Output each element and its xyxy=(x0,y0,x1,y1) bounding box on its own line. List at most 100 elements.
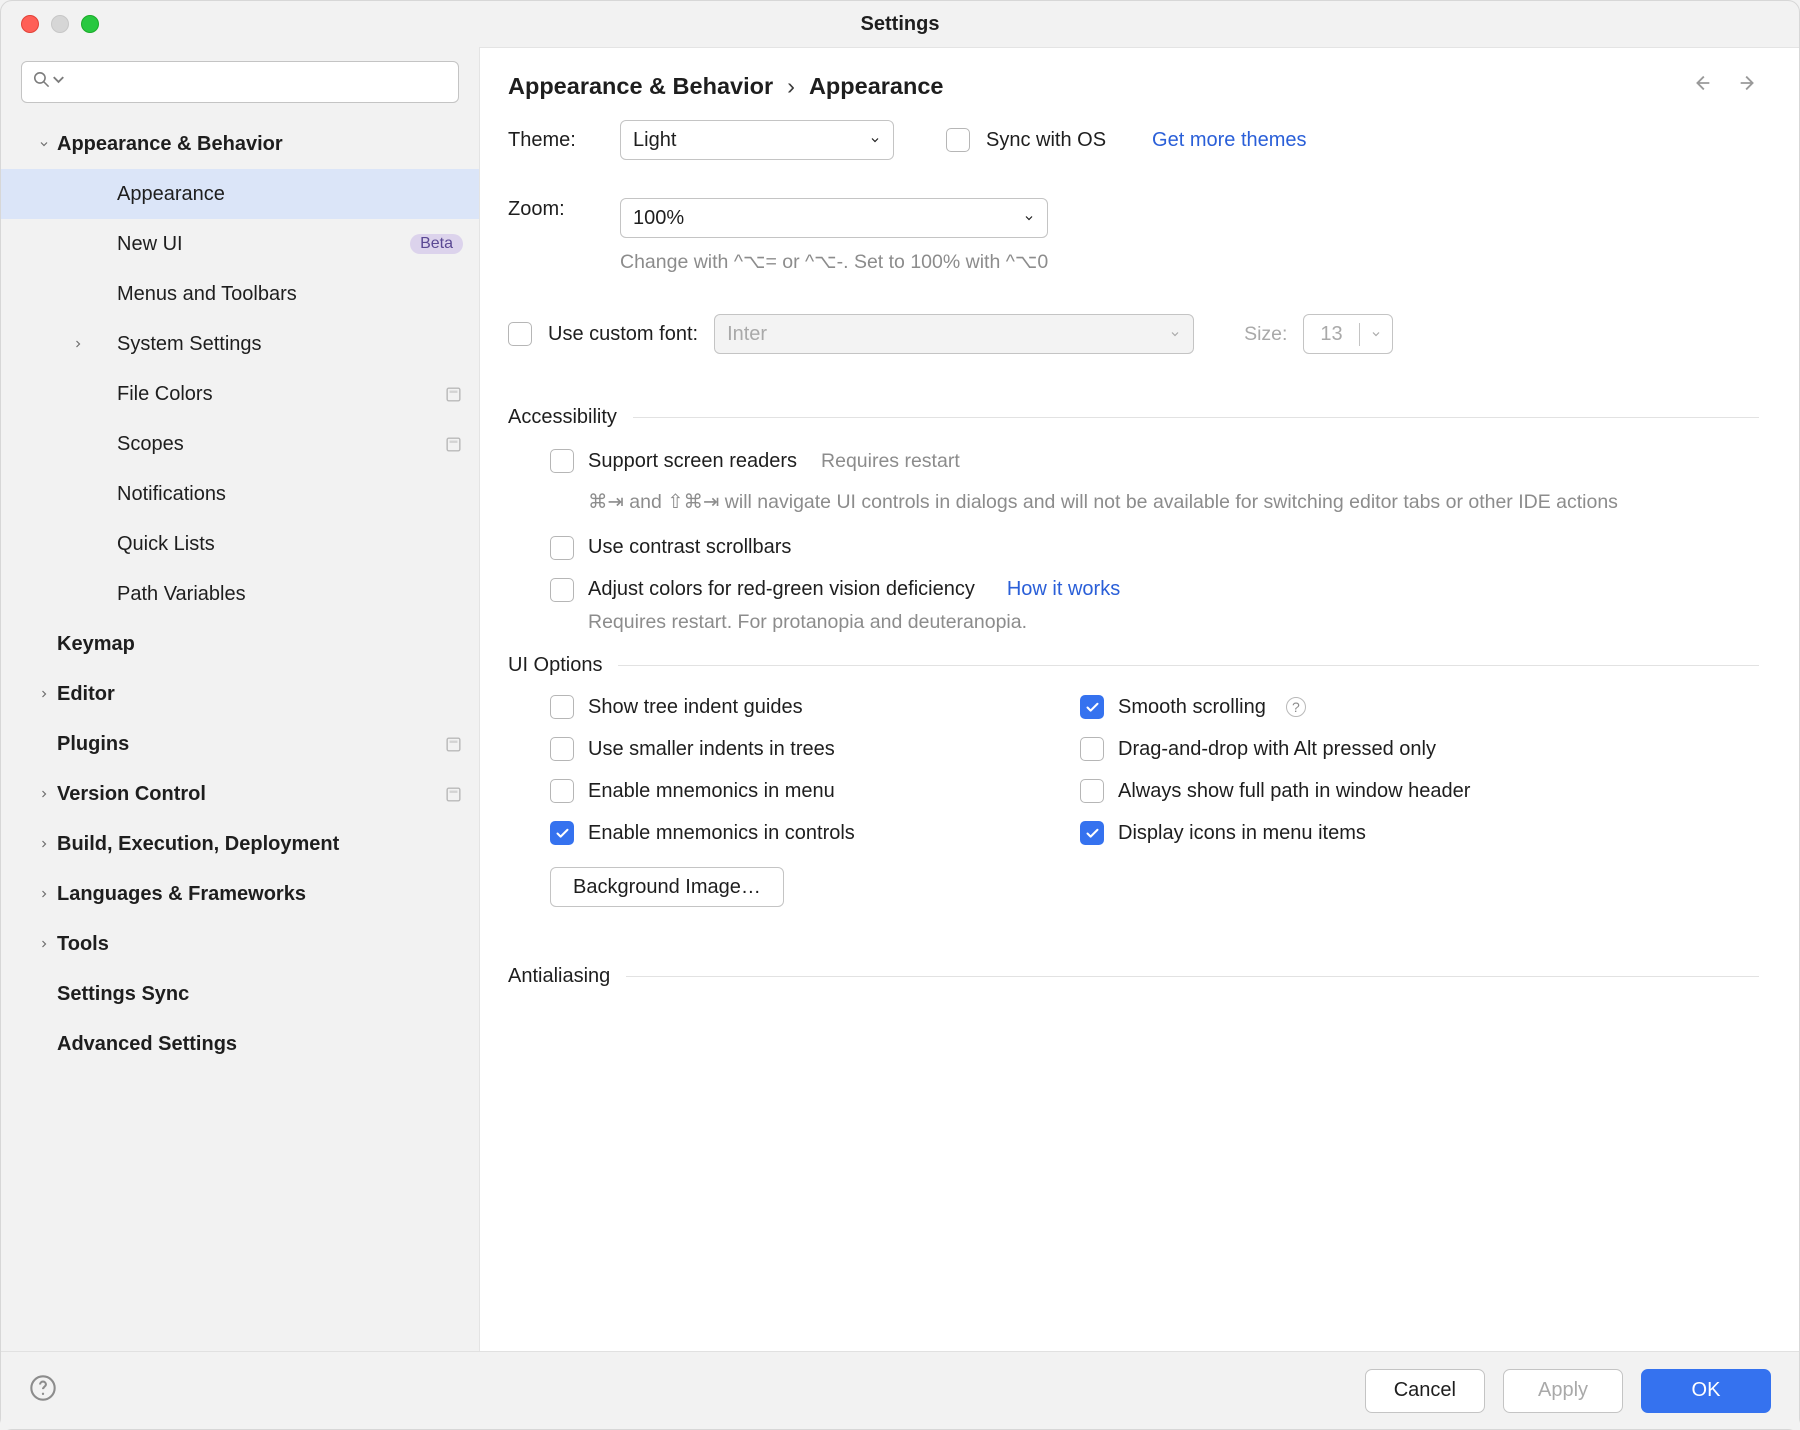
sidebar-item-quick-lists[interactable]: Quick Lists xyxy=(1,519,479,569)
sidebar-item-label: Version Control xyxy=(57,783,438,806)
minimize-window-button[interactable] xyxy=(51,15,69,33)
zoom-label: Zoom: xyxy=(508,198,604,221)
display-icons-menu-label: Display icons in menu items xyxy=(1118,822,1366,845)
cancel-button[interactable]: Cancel xyxy=(1365,1369,1485,1413)
always-show-full-path-label: Always show full path in window header xyxy=(1118,780,1470,803)
section-divider xyxy=(633,417,1759,418)
sidebar-item-editor[interactable]: Editor xyxy=(1,669,479,719)
sidebar-item-label: Advanced Settings xyxy=(57,1033,463,1056)
content-scroll[interactable]: Theme: Light Sync with OS Get more theme… xyxy=(480,118,1799,1351)
sidebar-item-appearance-behavior[interactable]: Appearance & Behavior xyxy=(1,119,479,169)
project-level-icon xyxy=(444,735,463,754)
beta-badge: Beta xyxy=(410,234,463,254)
zoom-select-value: 100% xyxy=(633,207,1013,230)
support-screen-readers-checkbox[interactable] xyxy=(550,449,574,473)
zoom-window-button[interactable] xyxy=(81,15,99,33)
sidebar-item-notifications[interactable]: Notifications xyxy=(1,469,479,519)
sidebar-item-label: Scopes xyxy=(117,433,438,456)
breadcrumb-separator: › xyxy=(787,73,795,100)
sidebar-item-new-ui[interactable]: New UIBeta xyxy=(1,219,479,269)
background-image-button[interactable]: Background Image… xyxy=(550,867,784,907)
color-deficiency-row: Adjust colors for red-green vision defic… xyxy=(550,578,1759,602)
background-image-button-label: Background Image… xyxy=(573,876,761,899)
expand-icon[interactable] xyxy=(31,138,57,150)
use-smaller-indents-checkbox[interactable] xyxy=(550,737,574,761)
sidebar-item-languages-frameworks[interactable]: Languages & Frameworks xyxy=(1,869,479,919)
section-divider xyxy=(618,665,1759,666)
show-tree-indent-guides-label: Show tree indent guides xyxy=(588,696,803,719)
sidebar-item-file-colors[interactable]: File Colors xyxy=(1,369,479,419)
search-input[interactable] xyxy=(21,61,459,103)
sidebar-item-label: Languages & Frameworks xyxy=(57,883,463,906)
section-accessibility: Accessibility xyxy=(508,406,1759,429)
smooth-scrolling-label: Smooth scrolling xyxy=(1118,696,1266,719)
color-deficiency-checkbox[interactable] xyxy=(550,578,574,602)
dnd-alt-checkbox[interactable] xyxy=(1080,737,1104,761)
help-button[interactable] xyxy=(29,1374,57,1408)
font-size-label: Size: xyxy=(1244,323,1287,346)
support-screen-readers-label: Support screen readers xyxy=(588,450,797,473)
color-deficiency-hint: Requires restart. For protanopia and deu… xyxy=(588,608,1759,636)
full-path-row: Always show full path in window header xyxy=(1080,779,1759,803)
display-icons-menu-checkbox[interactable] xyxy=(1080,821,1104,845)
breadcrumb-nav xyxy=(1691,72,1759,100)
dialog-footer: Cancel Apply OK xyxy=(1,1351,1799,1429)
how-it-works-link[interactable]: How it works xyxy=(1007,578,1120,601)
sidebar-item-label: Appearance xyxy=(117,183,463,206)
breadcrumb-bar: Appearance & Behavior › Appearance xyxy=(480,48,1799,118)
smooth-scrolling-checkbox[interactable] xyxy=(1080,695,1104,719)
expand-icon[interactable] xyxy=(31,788,57,800)
sidebar-item-version-control[interactable]: Version Control xyxy=(1,769,479,819)
theme-select[interactable]: Light xyxy=(620,120,894,160)
get-more-themes-link[interactable]: Get more themes xyxy=(1152,129,1307,152)
close-window-button[interactable] xyxy=(21,15,39,33)
smaller-indents-row: Use smaller indents in trees xyxy=(550,737,1080,761)
nav-forward-button[interactable] xyxy=(1737,72,1759,100)
contrast-scrollbars-row: Use contrast scrollbars xyxy=(550,536,1759,560)
sidebar-item-appearance[interactable]: Appearance xyxy=(1,169,479,219)
section-accessibility-title: Accessibility xyxy=(508,406,617,429)
menu-icons-row: Display icons in menu items xyxy=(1080,821,1759,845)
expand-icon[interactable] xyxy=(31,938,57,950)
breadcrumb-parent[interactable]: Appearance & Behavior xyxy=(508,73,773,100)
search-field[interactable] xyxy=(74,71,448,93)
use-custom-font-checkbox[interactable] xyxy=(508,322,532,346)
font-size-stepper[interactable]: 13 xyxy=(1303,314,1392,354)
use-contrast-scrollbars-checkbox[interactable] xyxy=(550,536,574,560)
zoom-select[interactable]: 100% xyxy=(620,198,1048,238)
font-size-value: 13 xyxy=(1304,323,1358,346)
enable-mnemonics-menu-checkbox[interactable] xyxy=(550,779,574,803)
sidebar-item-tools[interactable]: Tools xyxy=(1,919,479,969)
sidebar-item-system-settings[interactable]: System Settings xyxy=(1,319,479,369)
sidebar-item-keymap[interactable]: Keymap xyxy=(1,619,479,669)
ok-button[interactable]: OK xyxy=(1641,1369,1771,1413)
chevron-down-icon xyxy=(1359,323,1392,346)
search-history-icon[interactable] xyxy=(49,70,68,95)
apply-button[interactable]: Apply xyxy=(1503,1369,1623,1413)
sidebar-item-advanced-settings[interactable]: Advanced Settings xyxy=(1,1019,479,1069)
sync-with-os-checkbox[interactable] xyxy=(946,128,970,152)
always-show-full-path-checkbox[interactable] xyxy=(1080,779,1104,803)
help-icon[interactable]: ? xyxy=(1286,697,1306,717)
enable-mnemonics-controls-checkbox[interactable] xyxy=(550,821,574,845)
expand-icon[interactable] xyxy=(31,688,57,700)
titlebar: Settings xyxy=(1,1,1799,47)
chevron-down-icon xyxy=(1169,323,1181,346)
sidebar-item-menus-and-toolbars[interactable]: Menus and Toolbars xyxy=(1,269,479,319)
expand-icon[interactable] xyxy=(65,338,91,350)
section-divider xyxy=(626,976,1759,977)
expand-icon[interactable] xyxy=(31,888,57,900)
theme-label: Theme: xyxy=(508,129,604,152)
sidebar-item-label: Settings Sync xyxy=(57,983,463,1006)
sidebar-item-path-variables[interactable]: Path Variables xyxy=(1,569,479,619)
font-family-select[interactable]: Inter xyxy=(714,314,1194,354)
sidebar-item-settings-sync[interactable]: Settings Sync xyxy=(1,969,479,1019)
sidebar-item-scopes[interactable]: Scopes xyxy=(1,419,479,469)
sidebar-item-plugins[interactable]: Plugins xyxy=(1,719,479,769)
theme-select-value: Light xyxy=(633,129,859,152)
sidebar-item-build-execution-deployment[interactable]: Build, Execution, Deployment xyxy=(1,819,479,869)
expand-icon[interactable] xyxy=(31,838,57,850)
theme-row: Theme: Light Sync with OS Get more theme… xyxy=(508,120,1759,160)
show-tree-indent-guides-checkbox[interactable] xyxy=(550,695,574,719)
nav-back-button[interactable] xyxy=(1691,72,1713,100)
